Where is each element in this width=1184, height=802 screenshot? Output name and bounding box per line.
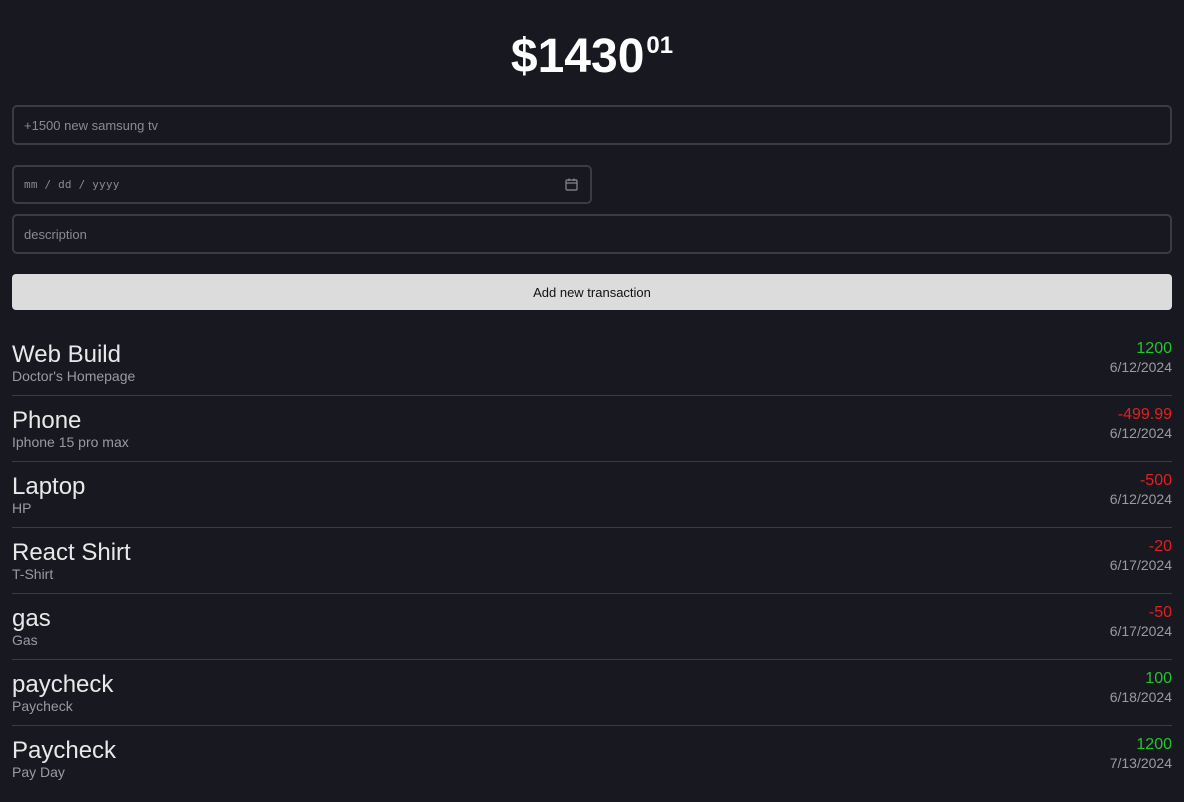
transaction-description: Pay Day (12, 764, 65, 780)
add-transaction-button[interactable]: Add new transaction (12, 274, 1172, 310)
transaction-left: paycheck Paycheck (12, 660, 114, 715)
transaction-price: 1200 (1136, 340, 1172, 357)
transaction-name: Paycheck (12, 737, 117, 764)
date-placeholder: mm / dd / yyyy (24, 178, 120, 191)
transaction-left: Phone Iphone 15 pro max (12, 396, 129, 451)
transaction-price: 100 (1145, 670, 1172, 687)
transaction-date: 6/17/2024 (1109, 557, 1172, 573)
transaction-name-input[interactable] (12, 105, 1172, 145)
money-tracker-app: $143001 mm / dd / yyyy Add new transacti… (0, 0, 1184, 802)
transaction-row: React Shirt T-Shirt -20 6/17/2024 (12, 528, 1172, 594)
transaction-right: 100 6/18/2024 (1110, 660, 1172, 706)
transaction-date: 7/13/2024 (1109, 755, 1172, 771)
transaction-date: 6/17/2024 (1109, 623, 1172, 639)
transaction-description: Doctor's Homepage (12, 368, 136, 384)
transaction-date: 6/12/2024 (1109, 359, 1172, 375)
transaction-date: 6/12/2024 (1109, 491, 1172, 507)
balance-display: $143001 (12, 0, 1172, 88)
transaction-right: -500 6/12/2024 (1110, 462, 1172, 508)
transaction-price: -499.99 (1117, 406, 1172, 423)
transaction-row: Paycheck Pay Day 1200 7/13/2024 (12, 726, 1172, 791)
balance-cents: 01 (646, 32, 674, 59)
transaction-description: Gas (12, 632, 38, 648)
transaction-name: React Shirt (12, 539, 131, 566)
transaction-price: 1200 (1136, 736, 1172, 753)
transaction-right: -20 6/17/2024 (1110, 528, 1172, 574)
calendar-icon[interactable] (565, 178, 578, 191)
transaction-right: 1200 6/12/2024 (1110, 330, 1172, 376)
transaction-description: Iphone 15 pro max (12, 434, 129, 450)
transaction-right: -499.99 6/12/2024 (1110, 396, 1172, 442)
transaction-price: -20 (1148, 538, 1172, 555)
transaction-row: paycheck Paycheck 100 6/18/2024 (12, 660, 1172, 726)
transaction-row: Web Build Doctor's Homepage 1200 6/12/2024 (12, 330, 1172, 396)
transaction-price: -500 (1139, 472, 1172, 489)
transaction-name: Web Build (12, 341, 121, 368)
transaction-description: T-Shirt (12, 566, 54, 582)
transaction-name: gas (12, 605, 51, 632)
transaction-left: Paycheck Pay Day (12, 726, 117, 781)
transaction-left: React Shirt T-Shirt (12, 528, 131, 583)
transaction-price: -50 (1148, 604, 1172, 621)
transaction-left: gas Gas (12, 594, 51, 649)
transaction-name: Laptop (12, 473, 86, 500)
transaction-right: -50 6/17/2024 (1110, 594, 1172, 640)
transaction-name: Phone (12, 407, 82, 434)
transaction-name: paycheck (12, 671, 114, 698)
transaction-row: Laptop HP -500 6/12/2024 (12, 462, 1172, 528)
date-input[interactable]: mm / dd / yyyy (12, 165, 592, 204)
transaction-left: Web Build Doctor's Homepage (12, 330, 136, 385)
transaction-left: Laptop HP (12, 462, 86, 517)
transaction-date: 6/18/2024 (1109, 689, 1172, 705)
transaction-right: 1200 7/13/2024 (1110, 726, 1172, 772)
transaction-row: Phone Iphone 15 pro max -499.99 6/12/2024 (12, 396, 1172, 462)
transaction-row: gas Gas -50 6/17/2024 (12, 594, 1172, 660)
transaction-date: 6/12/2024 (1109, 425, 1172, 441)
description-input[interactable] (12, 214, 1172, 254)
balance-dollars: $1430 (510, 30, 645, 83)
transaction-description: Paycheck (12, 698, 73, 714)
transaction-description: HP (12, 500, 32, 516)
transaction-list: Web Build Doctor's Homepage 1200 6/12/2024 P… (12, 330, 1172, 791)
